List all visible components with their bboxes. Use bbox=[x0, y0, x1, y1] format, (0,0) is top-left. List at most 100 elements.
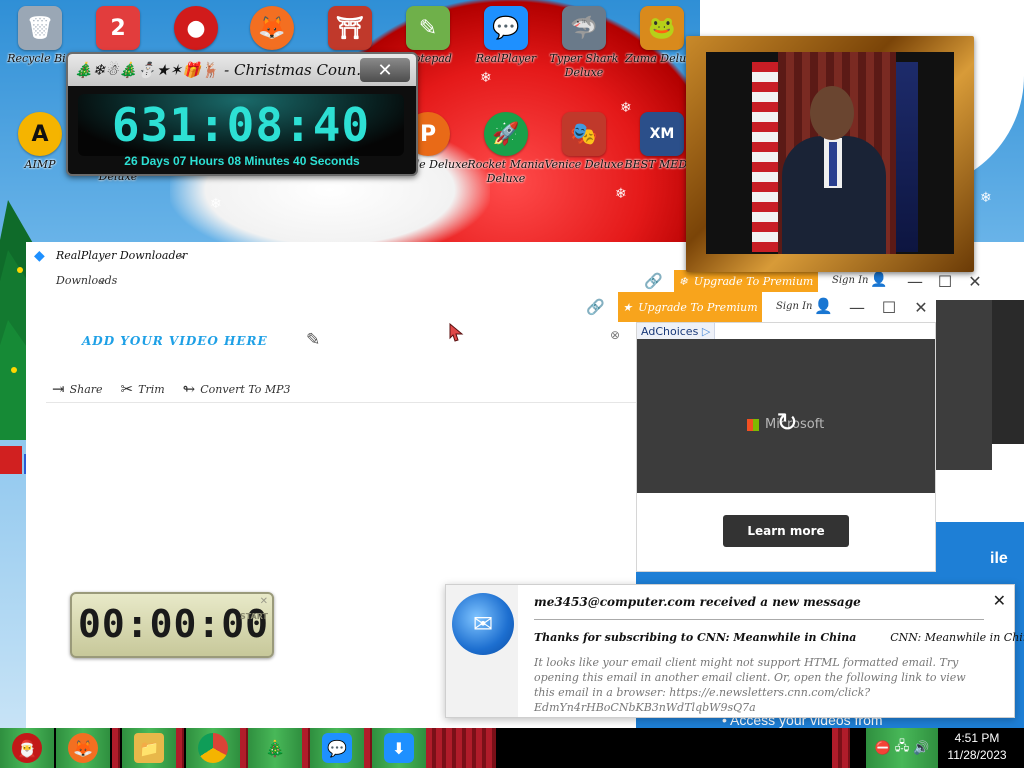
person-tie bbox=[829, 142, 837, 186]
icon-label: Venice Deluxe bbox=[544, 158, 624, 171]
convert-label: Convert To MP3 bbox=[200, 382, 291, 396]
taskbar-file-explorer[interactable]: 📁 bbox=[122, 728, 176, 768]
stopwatch-close-button[interactable]: ✕ bbox=[260, 596, 268, 607]
close-button[interactable]: ✕ bbox=[906, 292, 936, 322]
trash-icon: 🗑 bbox=[18, 6, 62, 50]
shark-icon: 🦈 bbox=[562, 6, 606, 50]
zuma-icon: 🐸 bbox=[640, 6, 684, 50]
pencil-icon[interactable]: ✎ bbox=[306, 330, 320, 350]
ad-panel[interactable]: AdChoices ▷ Microsoft ↻ Learn more bbox=[636, 322, 936, 572]
clock-date: 11/28/2023 bbox=[947, 748, 1007, 762]
taskbar-downloader[interactable]: ⬇ bbox=[372, 728, 426, 768]
taskbar-spacer bbox=[832, 728, 850, 768]
close-circle-icon[interactable]: ⊗ bbox=[610, 328, 620, 342]
upgrade-button[interactable]: ★ Upgrade To Premium bbox=[618, 292, 762, 322]
close-button[interactable]: ✕ bbox=[962, 270, 988, 292]
minimize-button[interactable]: — bbox=[842, 292, 872, 322]
sign-in-link[interactable]: Sign In bbox=[776, 301, 812, 312]
chrome-icon bbox=[198, 733, 228, 763]
taskbar-chrome[interactable] bbox=[186, 728, 240, 768]
desktop-icon-typer-shark[interactable]: 🦈 Typer Shark Deluxe bbox=[544, 2, 624, 114]
replay-icon[interactable]: ↻ bbox=[773, 408, 801, 438]
rocket-icon: 🚀 bbox=[484, 112, 528, 156]
taskbar-separator bbox=[302, 728, 310, 768]
minimize-button[interactable]: — bbox=[902, 270, 928, 292]
trim-button[interactable]: ✂ Trim bbox=[121, 380, 165, 398]
realplayer-logo-icon: ◆ bbox=[34, 248, 45, 264]
chat-bubble-icon: 💬 bbox=[322, 733, 352, 763]
us-flag bbox=[752, 62, 778, 252]
email-notification[interactable]: ✉ me3453@computer.com received a new mes… bbox=[445, 584, 1024, 718]
maximize-button[interactable]: ☐ bbox=[874, 292, 904, 322]
link-icon[interactable]: 🔗 bbox=[586, 298, 605, 316]
snowflake-icon: ❄ bbox=[210, 196, 222, 212]
chevron-down-icon[interactable]: ⌄ bbox=[96, 271, 108, 287]
maximize-button[interactable]: ☐ bbox=[932, 270, 958, 292]
folder-icon: 📁 bbox=[134, 733, 164, 763]
thunderbird-icon: ✉ bbox=[452, 593, 514, 655]
user-icon[interactable]: 👤 bbox=[870, 272, 887, 288]
santa-icon: 🎅 bbox=[12, 733, 42, 763]
partial-text: ile bbox=[990, 550, 1008, 567]
volume-icon[interactable]: 🔊 bbox=[913, 741, 929, 756]
portrait-photo bbox=[706, 52, 954, 254]
notification-title: me3453@computer.com received a new messa… bbox=[534, 595, 861, 609]
taskbar-separator bbox=[112, 728, 120, 768]
user-icon[interactable]: 👤 bbox=[814, 297, 833, 315]
convert-icon: ↬ bbox=[182, 380, 196, 398]
network-icon[interactable]: 🖧 bbox=[895, 737, 910, 759]
icon-label: Rocket Mania Deluxe bbox=[467, 158, 545, 185]
stopwatch-gadget[interactable]: 00:00:00 START ✕ bbox=[70, 592, 274, 658]
subject-left: Thanks for subscribing to CNN: Meanwhile… bbox=[534, 631, 857, 644]
stopwatch-start-button[interactable]: START bbox=[240, 612, 268, 621]
divider bbox=[534, 619, 984, 620]
sign-in-link[interactable]: Sign In bbox=[832, 275, 868, 286]
christmas-countdown-widget[interactable]: 🎄❄☃🎄⛄★✶🎁🦌 - Christmas Coun... ✕ 631:08:4… bbox=[66, 52, 418, 176]
taskbar-spacer bbox=[426, 728, 496, 768]
desktop-icon-realplayer[interactable]: 💬 RealPlayer bbox=[466, 2, 546, 114]
download-arrow-icon: ⬇ bbox=[384, 733, 414, 763]
link-icon[interactable]: 🔗 bbox=[644, 272, 663, 290]
chevron-down-icon[interactable]: ⌄ bbox=[176, 246, 188, 262]
adchoices-icon: ▷ bbox=[701, 325, 711, 338]
red-ball-icon: ● bbox=[174, 6, 218, 50]
desktop-icon-venice[interactable]: 🎭 Venice Deluxe bbox=[544, 108, 624, 220]
stopwatch-digits: 00:00:00 bbox=[78, 602, 270, 646]
desktop-icon-rocket-mania[interactable]: 🚀 Rocket Mania Deluxe bbox=[466, 108, 546, 220]
photo-frame-gadget[interactable] bbox=[686, 36, 974, 272]
start-button[interactable]: 🎅 bbox=[0, 728, 54, 768]
convert-button[interactable]: ↬ Convert To MP3 bbox=[183, 380, 291, 398]
tab-bar: Downloads ⌄ 🔗 ❄ Upgrade To Premium Sign I… bbox=[26, 270, 1024, 293]
system-tray[interactable]: ⛔ 🖧 🔊 bbox=[866, 728, 938, 768]
countdown-close-button[interactable]: ✕ bbox=[360, 58, 410, 82]
notepad-icon: ✎ bbox=[406, 6, 450, 50]
flag bbox=[896, 62, 918, 252]
taskbar-christmas-tree[interactable]: 🎄 bbox=[248, 728, 302, 768]
taskbar-separator bbox=[176, 728, 184, 768]
share-label: Share bbox=[69, 382, 103, 396]
taskbar-realplayer[interactable]: 💬 bbox=[310, 728, 364, 768]
notification-subject: Thanks for subscribing to CNN: Meanwhile… bbox=[534, 631, 1024, 644]
taskbar-firefox[interactable]: 🦊 bbox=[56, 728, 110, 768]
xmplay-icon: XM bbox=[640, 112, 684, 156]
taskbar-clock[interactable]: 4:51 PM 11/28/2023 bbox=[936, 730, 1018, 766]
background-panel bbox=[936, 300, 992, 470]
window-title: RealPlayer Downloader bbox=[56, 249, 188, 262]
background-panel bbox=[992, 300, 1024, 444]
notification-body: It looks like your email client might no… bbox=[534, 656, 966, 714]
security-icon[interactable]: ⛔ bbox=[875, 741, 891, 756]
share-button[interactable]: ⇥ Share bbox=[52, 380, 103, 398]
torii-icon: ⛩ bbox=[328, 6, 372, 50]
notification-close-button[interactable]: ✕ bbox=[993, 591, 1006, 610]
snowflake-icon: ❄ bbox=[980, 190, 992, 206]
ad-media[interactable]: Microsoft ↻ bbox=[637, 339, 935, 493]
share-icon: ⇥ bbox=[52, 380, 65, 398]
learn-more-button[interactable]: Learn more bbox=[723, 515, 849, 547]
countdown-big-time: 631:08:40 bbox=[78, 94, 404, 156]
firefox-icon: 🦊 bbox=[250, 6, 294, 50]
taskbar-separator bbox=[240, 728, 248, 768]
upgrade-button[interactable]: ❄ Upgrade To Premium bbox=[674, 270, 818, 292]
scissors-icon: ✂ bbox=[120, 380, 134, 398]
mouse-cursor-icon bbox=[448, 322, 464, 346]
tab-downloads[interactable]: Downloads bbox=[56, 274, 117, 287]
